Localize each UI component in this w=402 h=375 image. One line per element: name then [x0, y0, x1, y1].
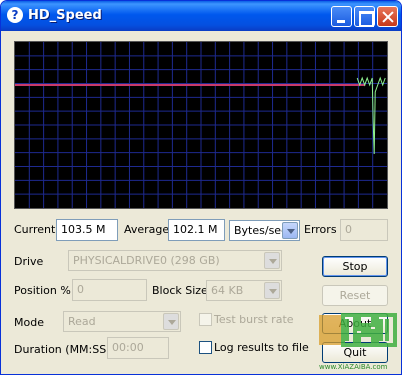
position-label: Position % — [14, 284, 71, 297]
unit-select[interactable]: Bytes/sec — [229, 220, 300, 241]
mode-label: Mode — [14, 316, 44, 329]
maximize-button[interactable] — [354, 6, 375, 27]
duration-field[interactable]: 00:00 — [107, 337, 169, 359]
drive-select-value: PHYSICALDRIVE0 (298 GB) — [73, 254, 220, 267]
minimize-button[interactable] — [331, 6, 352, 27]
errors-label: Errors — [304, 223, 337, 236]
reset-button[interactable]: Reset — [322, 285, 388, 306]
mode-select-value: Read — [68, 315, 96, 328]
block-size-label: Block Size — [152, 284, 208, 297]
speed-trace — [356, 76, 386, 155]
chevron-down-icon[interactable] — [264, 282, 280, 299]
watermark-logo — [319, 313, 397, 347]
test-burst-rate-checkbox[interactable] — [199, 313, 212, 326]
stop-button[interactable]: Stop — [322, 256, 388, 277]
unit-select-value: Bytes/sec — [234, 224, 288, 237]
speed-graph-canvas — [15, 42, 387, 208]
log-results-label: Log results to file — [214, 341, 309, 354]
window-title: HD_Speed — [28, 8, 102, 23]
test-burst-rate-label: Test burst rate — [214, 313, 294, 326]
current-speed-field: 103.5 M — [56, 219, 118, 241]
close-button[interactable] — [377, 6, 398, 27]
average-label: Average — [124, 223, 170, 236]
watermark-url: www.XiAZAiBA.com — [319, 363, 388, 371]
chevron-down-icon[interactable] — [282, 222, 298, 239]
log-results-checkbox[interactable] — [199, 341, 212, 354]
errors-field: 0 — [340, 219, 388, 241]
block-size-select[interactable]: 64 KB — [206, 280, 282, 301]
app-window: ? HD_Speed Current 103.5 M Average 102.1… — [0, 0, 402, 375]
help-icon: ? — [7, 7, 23, 23]
drive-select[interactable]: PHYSICALDRIVE0 (298 GB) — [68, 250, 282, 271]
position-field[interactable]: 0 — [72, 279, 147, 301]
chevron-down-icon[interactable] — [264, 252, 280, 269]
current-label: Current — [14, 223, 56, 236]
average-speed-field: 102.1 M — [168, 219, 225, 241]
drive-label: Drive — [14, 255, 44, 268]
title-bar[interactable]: ? HD_Speed — [1, 1, 401, 31]
chevron-down-icon[interactable] — [163, 313, 179, 330]
duration-label: Duration (MM:SS) — [14, 343, 111, 356]
mode-select[interactable]: Read — [63, 311, 181, 332]
speed-graph — [14, 41, 388, 209]
block-size-select-value: 64 KB — [211, 284, 244, 297]
